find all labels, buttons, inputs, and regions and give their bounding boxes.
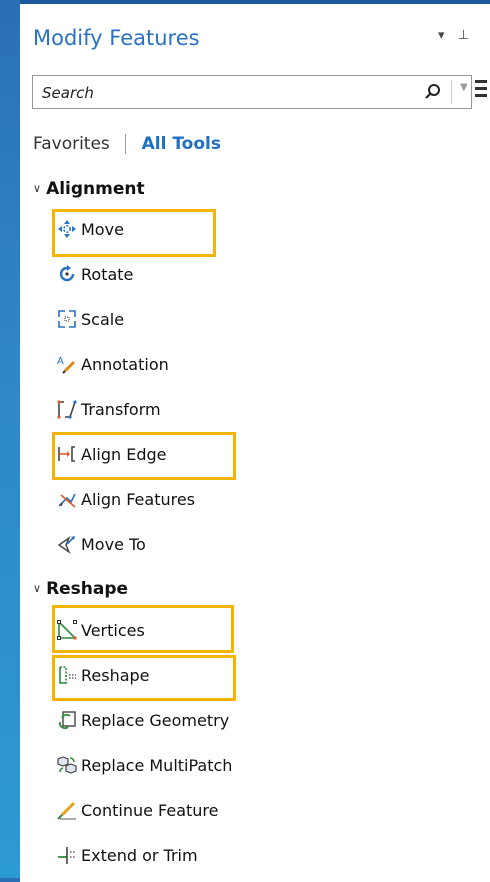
move-to-icon: [57, 536, 75, 554]
tool-continue-feature[interactable]: Continue Feature: [57, 795, 219, 825]
tool-annotation[interactable]: A Annotation: [57, 349, 169, 379]
search-options-chevron-icon[interactable]: ▼: [460, 82, 468, 93]
tab-divider: [125, 134, 127, 154]
tool-label: Extend or Trim: [81, 845, 198, 865]
tool-label: Continue Feature: [81, 800, 219, 820]
tool-label: Align Features: [81, 489, 196, 509]
tool-tabs: Favorites All Tools: [33, 134, 221, 154]
group-label: Reshape: [46, 579, 129, 599]
tab-favorites[interactable]: Favorites: [33, 134, 110, 154]
tool-label: Scale: [81, 309, 125, 329]
tool-label: Replace MultiPatch: [81, 755, 233, 775]
replace-geometry-icon: [59, 711, 76, 729]
pane-header: Modify Features ▾ ⊥: [20, 8, 490, 58]
pin-icon[interactable]: ⊥: [458, 28, 469, 43]
tool-move-to[interactable]: Move To: [57, 529, 146, 559]
continue-feature-icon: [57, 801, 76, 820]
group-header-reshape[interactable]: ∨ Reshape: [33, 579, 128, 599]
tool-rotate[interactable]: Rotate: [57, 259, 133, 289]
search-input[interactable]: Search ▼: [32, 75, 472, 109]
highlight-box: [52, 209, 216, 257]
tool-replace-geometry[interactable]: Replace Geometry: [57, 705, 229, 735]
search-placeholder: Search: [42, 84, 94, 102]
align-features-icon: [58, 493, 76, 508]
highlight-box: [52, 655, 236, 701]
tool-replace-multipatch[interactable]: Replace MultiPatch: [57, 750, 232, 780]
chevron-down-icon[interactable]: ∨: [33, 182, 41, 195]
tool-label: Rotate: [81, 264, 134, 284]
search-divider: [451, 80, 452, 104]
highlight-box: [52, 432, 236, 480]
svg-text:A: A: [57, 356, 64, 367]
tool-transform[interactable]: Transform: [57, 394, 161, 424]
pane-title: Modify Features: [33, 26, 200, 50]
menu-icon[interactable]: [475, 80, 487, 101]
annotation-icon: A: [57, 356, 76, 374]
tool-scale[interactable]: Scale: [57, 304, 124, 334]
tab-all-tools[interactable]: All Tools: [142, 134, 221, 154]
replace-multipatch-icon: [57, 756, 77, 774]
tool-label: Move To: [81, 534, 146, 554]
tool-extend-trim[interactable]: Extend or Trim: [57, 840, 198, 870]
pane-options-dropdown-icon[interactable]: ▾: [438, 28, 445, 43]
tool-label: Replace Geometry: [81, 710, 230, 730]
group-label: Alignment: [46, 179, 145, 199]
highlight-box: [52, 605, 234, 653]
group-header-alignment[interactable]: ∨ Alignment: [33, 179, 145, 199]
tool-label: Transform: [81, 399, 161, 419]
rotate-icon: [59, 265, 75, 282]
transform-icon: [57, 400, 77, 419]
scale-icon: [58, 310, 76, 328]
tool-label: Annotation: [81, 354, 169, 374]
extend-trim-icon: [58, 847, 76, 864]
modify-features-pane: Modify Features ▾ ⊥ Search ▼ Favorites A…: [20, 0, 490, 882]
chevron-down-icon[interactable]: ∨: [33, 582, 41, 595]
search-icon[interactable]: [423, 82, 443, 102]
tool-align-features[interactable]: Align Features: [57, 484, 195, 514]
